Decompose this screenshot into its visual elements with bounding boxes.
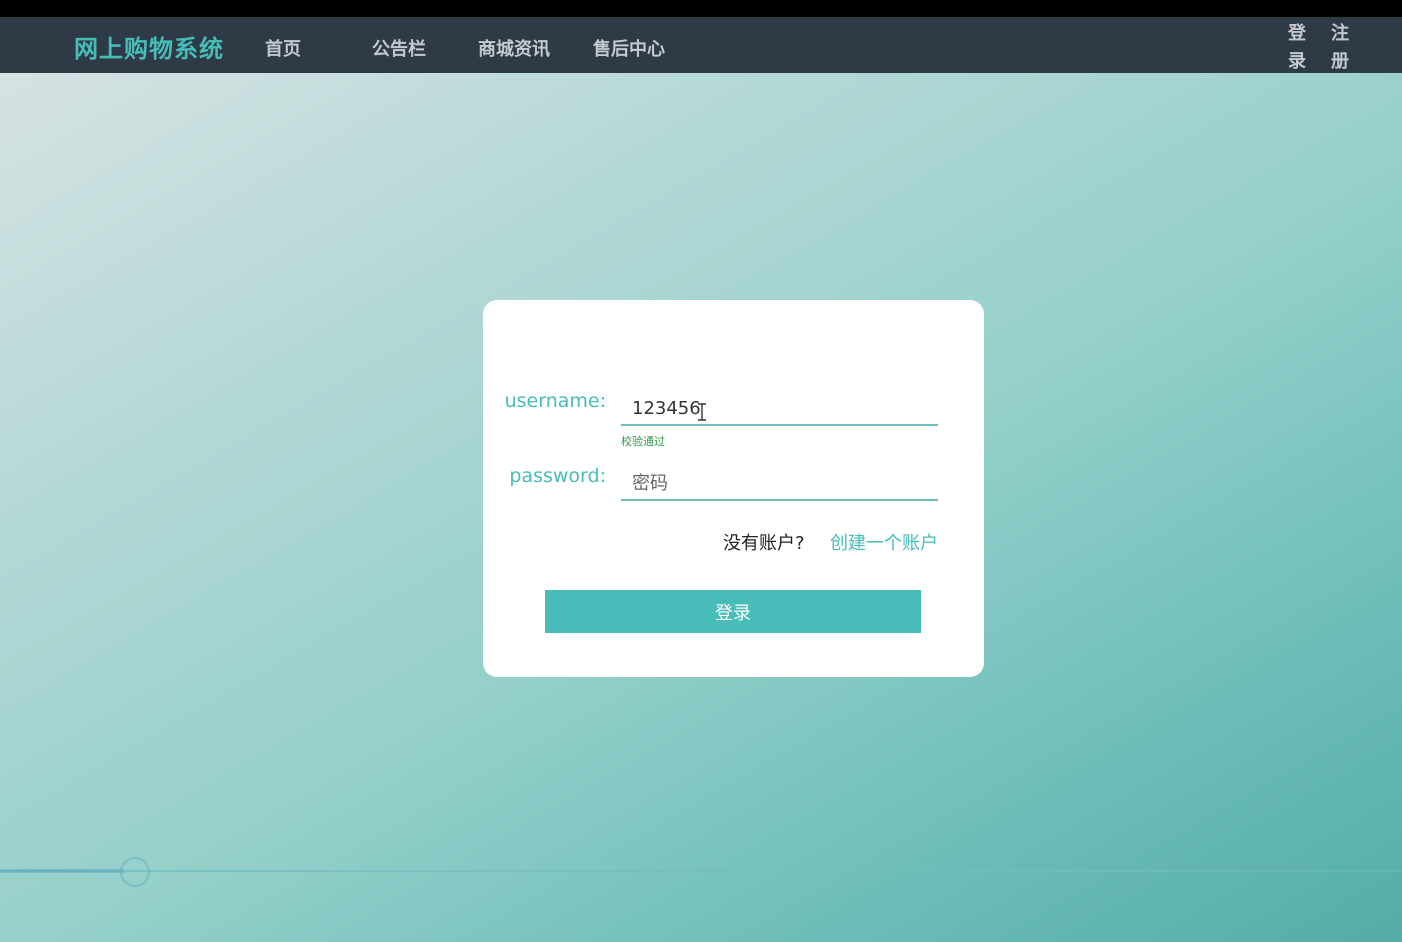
decorative-line-segment xyxy=(0,869,124,873)
password-input[interactable] xyxy=(621,467,938,501)
login-button[interactable]: 登录 xyxy=(545,590,921,633)
register-link[interactable]: 注册 xyxy=(1329,20,1351,76)
login-link[interactable]: 登录 xyxy=(1286,20,1308,76)
top-navbar: 网上购物系统 首页 公告栏 商城资讯 售后中心 登录 注册 xyxy=(0,17,1402,73)
username-validation-hint: 校验通过 xyxy=(621,435,665,448)
text-cursor-icon xyxy=(698,403,706,421)
decorative-circle xyxy=(120,857,150,887)
username-label: username: xyxy=(504,390,606,412)
decorative-line xyxy=(0,870,1402,872)
nav-item-mall-news[interactable]: 商城资讯 xyxy=(478,35,550,61)
login-card: username: 校验通过 password: 没有账户? 创建一个账户 登录 xyxy=(483,300,984,677)
nav-item-home[interactable]: 首页 xyxy=(265,35,301,61)
nav-item-notice-board[interactable]: 公告栏 xyxy=(372,35,426,61)
window-top-strip xyxy=(0,0,1402,17)
no-account-text: 没有账户? xyxy=(723,533,805,554)
create-account-link[interactable]: 创建一个账户 xyxy=(830,529,938,555)
site-brand[interactable]: 网上购物系统 xyxy=(74,29,224,64)
nav-item-after-sales[interactable]: 售后中心 xyxy=(593,35,665,61)
password-label: password: xyxy=(509,465,606,487)
username-input[interactable] xyxy=(621,392,938,426)
